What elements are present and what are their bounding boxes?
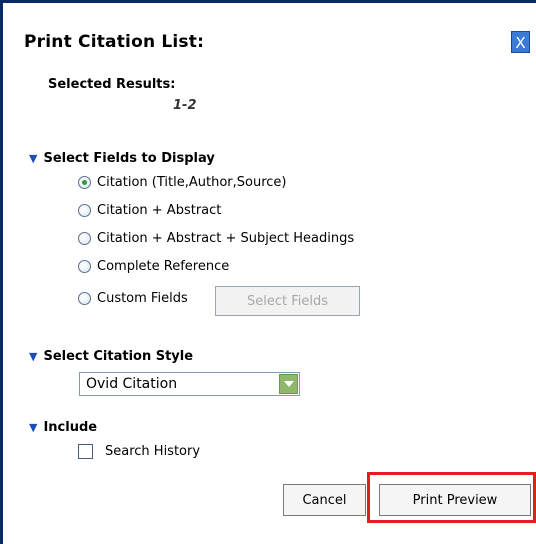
cancel-button[interactable]: Cancel bbox=[283, 484, 366, 516]
radio-option-complete-reference[interactable]: Complete Reference bbox=[78, 259, 229, 274]
radio-button[interactable] bbox=[78, 204, 91, 217]
radio-option-citation-abstract-subject[interactable]: Citation + Abstract + Subject Headings bbox=[78, 231, 354, 246]
print-citation-dialog: Print Citation List: X Selected Results:… bbox=[0, 0, 536, 544]
radio-option-custom-fields[interactable]: Custom Fields bbox=[78, 291, 188, 306]
selected-results-value: 1-2 bbox=[173, 98, 197, 113]
citation-style-heading[interactable]: ▼ Select Citation Style bbox=[29, 349, 193, 364]
chevron-down-icon[interactable] bbox=[279, 374, 298, 394]
selected-results-label: Selected Results: bbox=[48, 77, 176, 92]
collapse-triangle-icon: ▼ bbox=[29, 350, 38, 363]
radio-label: Citation (Title,Author,Source) bbox=[97, 175, 287, 190]
select-fields-button[interactable]: Select Fields bbox=[215, 286, 360, 316]
include-section-heading-label: Include bbox=[43, 420, 98, 435]
citation-style-value: Ovid Citation bbox=[86, 376, 178, 392]
print-preview-button[interactable]: Print Preview bbox=[379, 484, 531, 516]
dialog-left-border bbox=[0, 0, 3, 544]
radio-button[interactable] bbox=[78, 292, 91, 305]
citation-style-heading-label: Select Citation Style bbox=[43, 349, 194, 364]
radio-option-citation-abstract[interactable]: Citation + Abstract bbox=[78, 203, 221, 218]
radio-label: Citation + Abstract + Subject Headings bbox=[97, 231, 355, 246]
dialog-top-border bbox=[0, 0, 536, 3]
search-history-option[interactable]: Search History bbox=[78, 444, 200, 459]
radio-label: Complete Reference bbox=[97, 259, 230, 274]
radio-label: Citation + Abstract bbox=[97, 203, 222, 218]
search-history-checkbox[interactable] bbox=[78, 444, 93, 459]
radio-option-citation[interactable]: Citation (Title,Author,Source) bbox=[78, 175, 286, 190]
citation-style-select[interactable]: Ovid Citation bbox=[79, 372, 300, 396]
fields-section-heading[interactable]: ▼ Select Fields to Display bbox=[29, 151, 215, 166]
radio-label: Custom Fields bbox=[97, 291, 188, 306]
radio-button-checked[interactable] bbox=[78, 176, 91, 189]
search-history-label: Search History bbox=[105, 444, 201, 459]
fields-section-heading-label: Select Fields to Display bbox=[43, 151, 215, 166]
close-button[interactable]: X bbox=[511, 31, 530, 53]
radio-button[interactable] bbox=[78, 232, 91, 245]
collapse-triangle-icon: ▼ bbox=[29, 152, 38, 165]
radio-button[interactable] bbox=[78, 260, 91, 273]
dialog-title: Print Citation List: bbox=[24, 32, 205, 52]
collapse-triangle-icon: ▼ bbox=[29, 421, 38, 434]
include-section-heading[interactable]: ▼ Include bbox=[29, 420, 97, 435]
